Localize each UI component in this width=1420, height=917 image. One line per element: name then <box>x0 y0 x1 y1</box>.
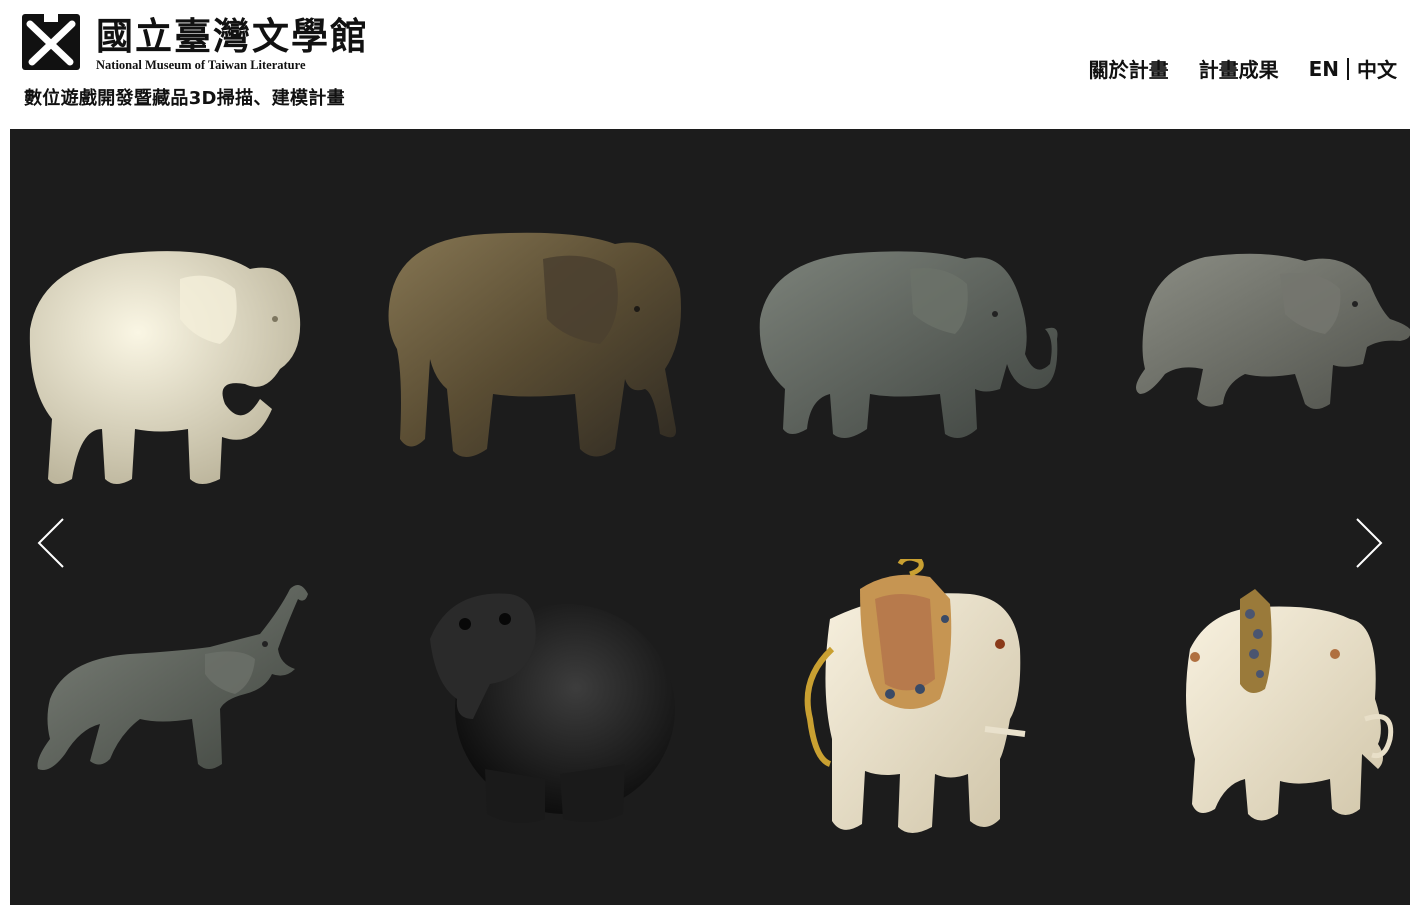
museum-logo-mark <box>22 14 80 70</box>
elephant-image <box>759 251 1058 438</box>
elephant-image <box>430 593 675 823</box>
elephant-item-grey-walking[interactable] <box>1105 189 1410 549</box>
site-header: 國立臺灣文學館 National Museum of Taiwan Litera… <box>0 0 1420 129</box>
elephant-image <box>1136 253 1410 409</box>
chevron-right-icon <box>1356 518 1383 568</box>
elephant-image <box>29 251 301 484</box>
elephant-item-black-round[interactable] <box>395 569 745 905</box>
project-subtitle: 數位遊戲開發暨藏品3D掃描、建模計畫 <box>24 88 345 109</box>
elephant-image <box>804 559 1026 833</box>
slider-prev-button[interactable] <box>36 517 66 569</box>
nav-results[interactable]: 計畫成果 <box>1199 54 1279 83</box>
elephant-item-bronze[interactable] <box>375 179 725 539</box>
elephant-item-ivory-jeweled[interactable] <box>1150 559 1410 905</box>
elephant-image <box>1186 589 1394 821</box>
slider-next-button[interactable] <box>1354 517 1384 569</box>
elephant-image <box>37 585 308 770</box>
elephant-item-grey-glass[interactable] <box>745 189 1095 549</box>
main-nav: 關於計畫 計畫成果 EN 中文 <box>1089 54 1397 83</box>
lang-divider <box>1347 57 1349 80</box>
elephant-image <box>388 232 681 458</box>
nav-about[interactable]: 關於計畫 <box>1089 54 1169 83</box>
elephant-grid <box>10 129 1410 905</box>
lang-en-link[interactable]: EN <box>1309 57 1339 81</box>
lang-zh-link[interactable]: 中文 <box>1357 54 1397 83</box>
elephant-item-trunk-raised[interactable] <box>10 569 360 905</box>
elephant-item-white-glass[interactable] <box>10 179 360 539</box>
collection-slider[interactable] <box>10 129 1410 905</box>
logo-english-name: National Museum of Taiwan Literature <box>96 58 306 72</box>
logo-chinese-name: 國立臺灣文學館 <box>96 14 369 58</box>
elephant-item-ivory-gold[interactable] <box>770 559 1120 905</box>
chevron-left-icon <box>37 518 64 568</box>
